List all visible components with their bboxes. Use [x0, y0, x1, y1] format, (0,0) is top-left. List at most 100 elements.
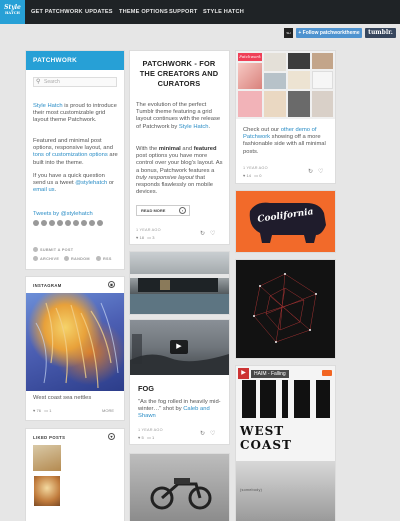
email-link[interactable]: email us [33, 187, 55, 193]
heart-icon[interactable]: ♥ [138, 435, 140, 440]
motorcycle-photo[interactable] [130, 454, 229, 521]
nav-updates[interactable]: UPDATES [85, 0, 113, 24]
reblog-icon[interactable]: ↻ [200, 230, 205, 237]
customization-link[interactable]: tons of customization options [33, 152, 108, 158]
vimeo-icon[interactable] [81, 220, 87, 226]
instagram-icon[interactable] [49, 220, 55, 226]
post-paragraph-1: The evolution of the perfect Tumblr them… [136, 102, 224, 131]
random-link[interactable]: RANDOM [64, 256, 90, 261]
nav-style-hatch[interactable]: STYLE HATCH [203, 0, 244, 24]
demo-text-a: Check out our [243, 127, 281, 133]
fog-text: "As the fog rolled in heavily mid-winter… [138, 399, 224, 421]
like-icon[interactable]: ♡ [210, 230, 215, 237]
follow-button[interactable]: + Follow patchworktheme [296, 28, 362, 38]
nav-get-patchwork[interactable]: GET PATCHWORK [31, 0, 83, 24]
flickr-icon[interactable] [73, 220, 79, 226]
p2-c: and [180, 146, 194, 152]
instagram-label: INSTAGRAM [33, 283, 62, 288]
heart-icon[interactable]: ♥ [33, 408, 35, 413]
style-hatch-link[interactable]: Style Hatch [33, 103, 63, 109]
sidebar-contact: If you have a quick question send us a t… [33, 173, 119, 195]
tumblr-button[interactable]: tumblr. [365, 28, 396, 38]
more-link[interactable]: MORE [102, 408, 114, 413]
fog-post-card: ▶ FOG "As the fog rolled in heavily mid-… [130, 320, 229, 444]
play-icon[interactable]: ▶ [170, 340, 188, 354]
nav-support[interactable]: SUPPORT [169, 0, 197, 24]
camera-icon[interactable]: ◉ [108, 281, 115, 288]
archive-link[interactable]: ARCHIVE [33, 256, 59, 261]
album-headline-west: WEST [240, 424, 285, 438]
rss-icon [96, 256, 101, 261]
blog-avatar[interactable]: SH [284, 28, 293, 38]
liked-posts-label: LIKED POSTS [33, 435, 66, 440]
instagram-card: INSTAGRAM ◉ West coast sea nettles ♥ 76 … [26, 277, 124, 420]
audio-play-icon[interactable]: ▶ [238, 368, 249, 379]
email-icon[interactable] [97, 220, 103, 226]
sidebar-features: Featured and minimal post options, respo… [33, 138, 119, 167]
fog-title[interactable]: FOG [138, 384, 154, 393]
post-paragraph-2: With the minimal and featured post optio… [136, 146, 224, 196]
reblog-icon[interactable]: ↻ [200, 430, 205, 437]
rss-link[interactable]: RSS [96, 256, 112, 261]
notes-count: 5 [141, 435, 144, 440]
like-icon[interactable]: ♡ [210, 430, 215, 437]
comment-icon[interactable]: ▭ [147, 235, 151, 240]
logo-subtext: HATCH [5, 11, 20, 15]
heart-circle-icon[interactable]: ♥ [108, 433, 115, 440]
heart-icon[interactable]: ♥ [136, 235, 138, 240]
network-art-image[interactable] [236, 260, 335, 358]
style-hatch-logo[interactable]: Style HATCH [0, 0, 25, 24]
like-icon[interactable]: ♡ [318, 168, 323, 175]
facebook-icon[interactable] [41, 220, 47, 226]
liked-thumbnail-1[interactable] [33, 445, 61, 471]
fog-time[interactable]: 1 YEAR AGO [138, 428, 163, 432]
twitter-icon[interactable] [33, 220, 39, 226]
network-graphic [253, 273, 317, 343]
p1-end: . [208, 123, 211, 130]
search-icon: ⚲ [36, 79, 41, 85]
comments-count: 1 [151, 435, 155, 440]
soundcloud-icon[interactable] [322, 370, 332, 376]
style-hatch-post-link[interactable]: Style Hatch [179, 124, 209, 130]
top-navigation: Style HATCH GET PATCHWORK UPDATES THEME … [0, 0, 400, 24]
architecture-photo[interactable] [130, 252, 229, 314]
submit-post-link[interactable]: SUBMIT A POST [33, 247, 73, 252]
demo-text: Check out our other demo of Patchwork sh… [243, 127, 331, 156]
logo-text: Style [4, 4, 21, 11]
comments-count: 3 [152, 235, 155, 240]
pinterest-icon[interactable] [57, 220, 63, 226]
audio-track-title: HAIM - Falling [251, 370, 289, 378]
comment-icon[interactable]: ▭ [44, 408, 48, 413]
comment-icon[interactable]: ▭ [147, 435, 151, 440]
sea-nettles-photo[interactable] [26, 293, 124, 391]
youtube-icon[interactable] [89, 220, 95, 226]
text-post-card: PATCHWORK - FOR THE CREATORS AND CURATOR… [130, 51, 229, 244]
post-title[interactable]: PATCHWORK - FOR THE CREATORS AND CURATOR… [138, 59, 220, 89]
post-time[interactable]: 1 YEAR AGO [136, 228, 161, 232]
comment-icon[interactable]: ▭ [254, 173, 258, 178]
comments-count: 1 [49, 408, 52, 413]
submit-icon [33, 247, 38, 252]
heart-icon[interactable]: ♥ [243, 173, 245, 178]
audio-post-card: ▶ HAIM - Falling WEST COAST (somebody) [236, 366, 335, 521]
tweets-link[interactable]: Tweets by @stylehatch [33, 211, 119, 218]
demo-collage[interactable]: Patchwork [236, 51, 335, 119]
sidebar-card: PATCHWORK ⚲ Search Style Hatch is proud … [26, 51, 124, 269]
demo-time[interactable]: 1 YEAR AGO [243, 166, 268, 170]
patchwork-banner: Patchwork [238, 53, 262, 61]
twitter-handle-link[interactable]: @stylehatch [75, 180, 107, 186]
notes-count: 14 [246, 173, 251, 178]
read-more-button[interactable]: READ MORE › [136, 205, 190, 216]
random-label: RANDOM [71, 257, 90, 261]
p2-e: post options you have more control over … [136, 153, 223, 174]
nav-theme-options[interactable]: THEME OPTIONS [119, 0, 168, 24]
coolifornia-image[interactable]: Coolifornia [236, 191, 335, 252]
fog-video[interactable]: ▶ [130, 320, 229, 375]
sidebar-title: PATCHWORK [26, 51, 124, 70]
contact-mid: or [107, 180, 114, 187]
search-input[interactable]: ⚲ Search [33, 77, 117, 87]
dribbble-icon[interactable] [65, 220, 71, 226]
random-icon [64, 256, 69, 261]
reblog-icon[interactable]: ↻ [308, 168, 313, 175]
liked-thumbnail-2[interactable] [34, 476, 60, 506]
